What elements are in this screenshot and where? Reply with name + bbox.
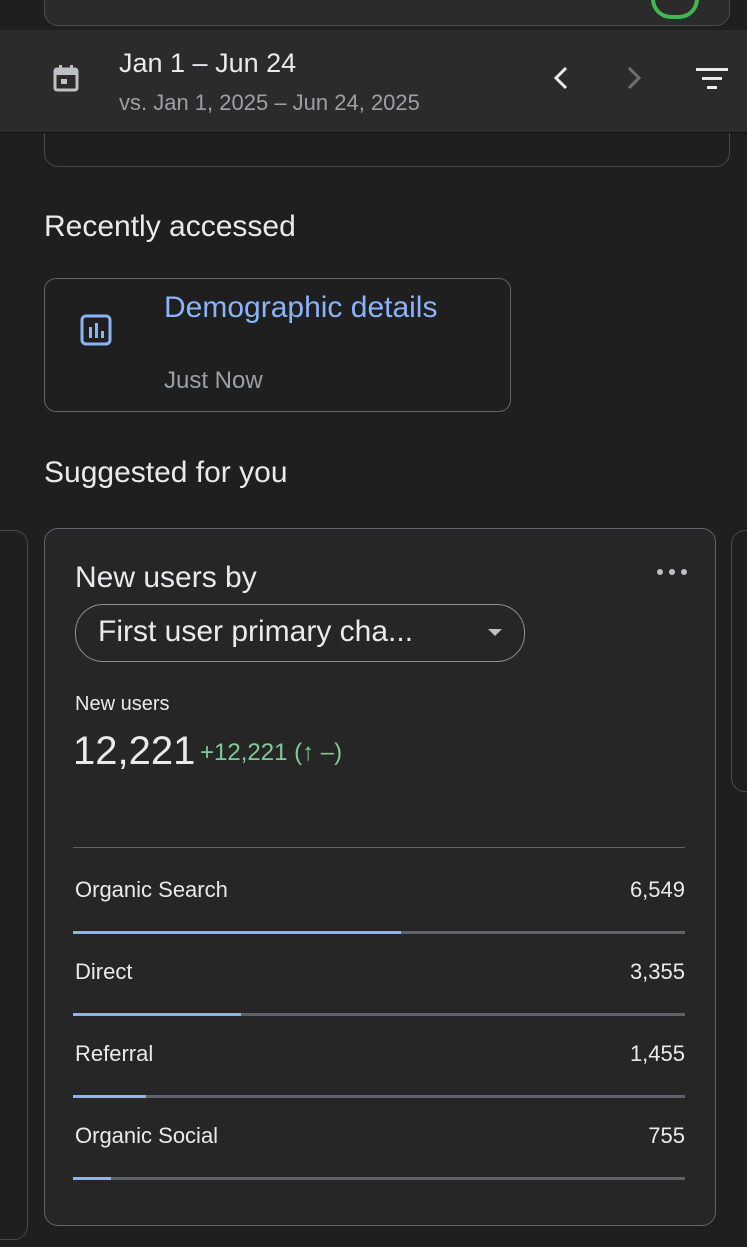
table-row: Direct 3,355 [73,941,685,1023]
card-title: New users by [75,561,257,594]
row-value: 6,549 [629,877,685,902]
calendar-icon [53,65,79,92]
chevron-left-icon[interactable] [544,60,580,96]
row-label: Referral [75,1041,154,1066]
row-progress-track [73,931,685,934]
next-suggestion-card[interactable] [731,530,747,792]
app-screen: Jan 1 – Jun 24 vs. Jan 1, 2025 – Jun 24,… [0,0,747,1247]
row-label: Organic Social [75,1123,219,1148]
chevron-right-icon[interactable] [615,60,651,96]
row-progress-track [73,1177,685,1180]
row-value: 3,355 [629,959,685,984]
table-row: Organic Social 755 [73,1105,685,1187]
recently-accessed-heading: Recently accessed [44,210,296,243]
row-progress-fill [73,1013,242,1016]
date-range-bar[interactable]: Jan 1 – Jun 24 vs. Jan 1, 2025 – Jun 24,… [0,30,747,133]
recent-item-card[interactable]: Demographic details Just Now [44,278,511,412]
bar-chart-icon [80,314,112,346]
row-progress-fill [73,931,402,934]
row-label: Organic Search [75,877,228,902]
new-users-card: New users by First user primary cha... N… [44,528,716,1226]
recent-item-title[interactable]: Demographic details [164,291,464,325]
caret-down-icon [488,629,502,636]
row-progress-fill [73,1177,111,1180]
suggested-heading: Suggested for you [44,456,288,489]
date-range-label: Jan 1 – Jun 24 [119,48,297,78]
metric-change: +12,221 (↑ –) [200,739,343,766]
row-value: 1,455 [629,1041,685,1066]
row-label: Direct [75,959,133,984]
recent-item-time: Just Now [164,367,263,394]
dimension-dropdown[interactable]: First user primary cha... [75,604,525,662]
previous-card-top [44,0,730,26]
table-row: Referral 1,455 [73,1023,685,1105]
comparison-range-label: vs. Jan 1, 2025 – Jun 24, 2025 [119,90,420,115]
more-horiz-icon[interactable] [655,567,689,577]
previous-suggestion-card[interactable] [0,530,28,1240]
metric-label: New users [75,693,170,715]
table-row: Organic Search 6,549 [73,859,685,941]
row-value: 755 [648,1123,685,1148]
dimension-dropdown-label: First user primary cha... [98,615,414,648]
row-progress-track [73,1013,685,1016]
metric-value: 12,221 [73,729,196,773]
row-progress-fill [73,1095,146,1098]
divider [73,847,685,848]
status-ring-icon [651,0,699,19]
row-progress-track [73,1095,685,1098]
filter-icon[interactable] [694,60,730,96]
